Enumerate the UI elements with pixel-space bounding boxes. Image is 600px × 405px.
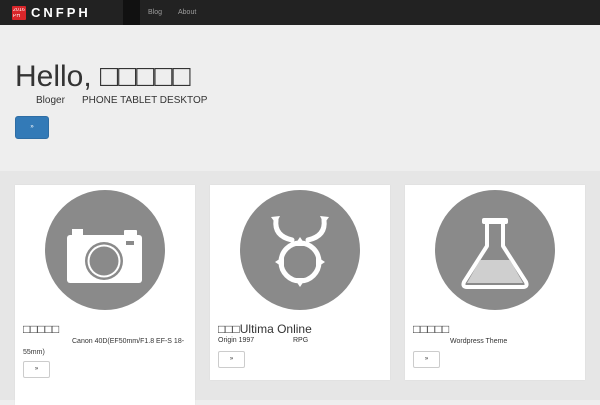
card-title: □□□Ultima Online <box>218 322 312 336</box>
brand-name: CNFPH <box>31 5 91 20</box>
hero-jumbotron: Hello, □□□□□ Bloger PHONE TABLET DESKTOP… <box>0 25 600 171</box>
nav-divider <box>123 0 140 25</box>
logo-bottom-text: PH <box>13 13 21 19</box>
hero-more-button[interactable]: » <box>15 116 49 139</box>
ultima-ankh-icon <box>271 216 329 287</box>
top-navbar: 2016 PH CNFPH Blog About <box>0 0 600 25</box>
card-meta-year: Origin 1997 <box>218 337 255 344</box>
card-title: □□□□□ <box>413 322 450 336</box>
card-more-button[interactable]: » <box>413 351 440 368</box>
card-camera: □□□□□ Canon 40D(EF50mm/F1.8 EF-S 18-55mm… <box>15 185 195 405</box>
nav-link-about[interactable]: About <box>178 8 196 17</box>
card-title: □□□□□ <box>23 322 60 336</box>
card-icon-circle <box>435 190 555 310</box>
logo-icon: 2016 PH <box>12 6 26 20</box>
card-description: Wordpress Theme <box>450 338 508 345</box>
card-description: Canon 40D(EF50mm/F1.8 EF-S 18-55mm) <box>23 338 185 356</box>
nav-link-blog[interactable]: Blog <box>148 8 162 17</box>
brand-logo-link[interactable]: 2016 PH CNFPH <box>0 0 123 25</box>
card-wordpress-theme: □□□□□ Wordpress Theme » <box>405 185 585 380</box>
card-more-button[interactable]: » <box>218 351 245 368</box>
hero-tag-devices: PHONE TABLET DESKTOP <box>82 95 208 106</box>
hero-tag-role: Bloger <box>36 95 65 106</box>
hero-title: Hello, □□□□□ <box>15 60 191 93</box>
card-icon-circle <box>45 190 165 310</box>
card-meta-genre: RPG <box>293 337 309 344</box>
logo-top-text: 2016 <box>13 7 25 13</box>
flask-icon <box>461 218 529 289</box>
card-ultima-online: □□□Ultima Online Origin 1997 RPG » <box>210 185 390 380</box>
camera-icon <box>67 229 142 283</box>
card-more-button[interactable]: » <box>23 361 50 378</box>
cards-section: □□□□□ Canon 40D(EF50mm/F1.8 EF-S 18-55mm… <box>0 171 600 405</box>
card-icon-circle <box>240 190 360 310</box>
